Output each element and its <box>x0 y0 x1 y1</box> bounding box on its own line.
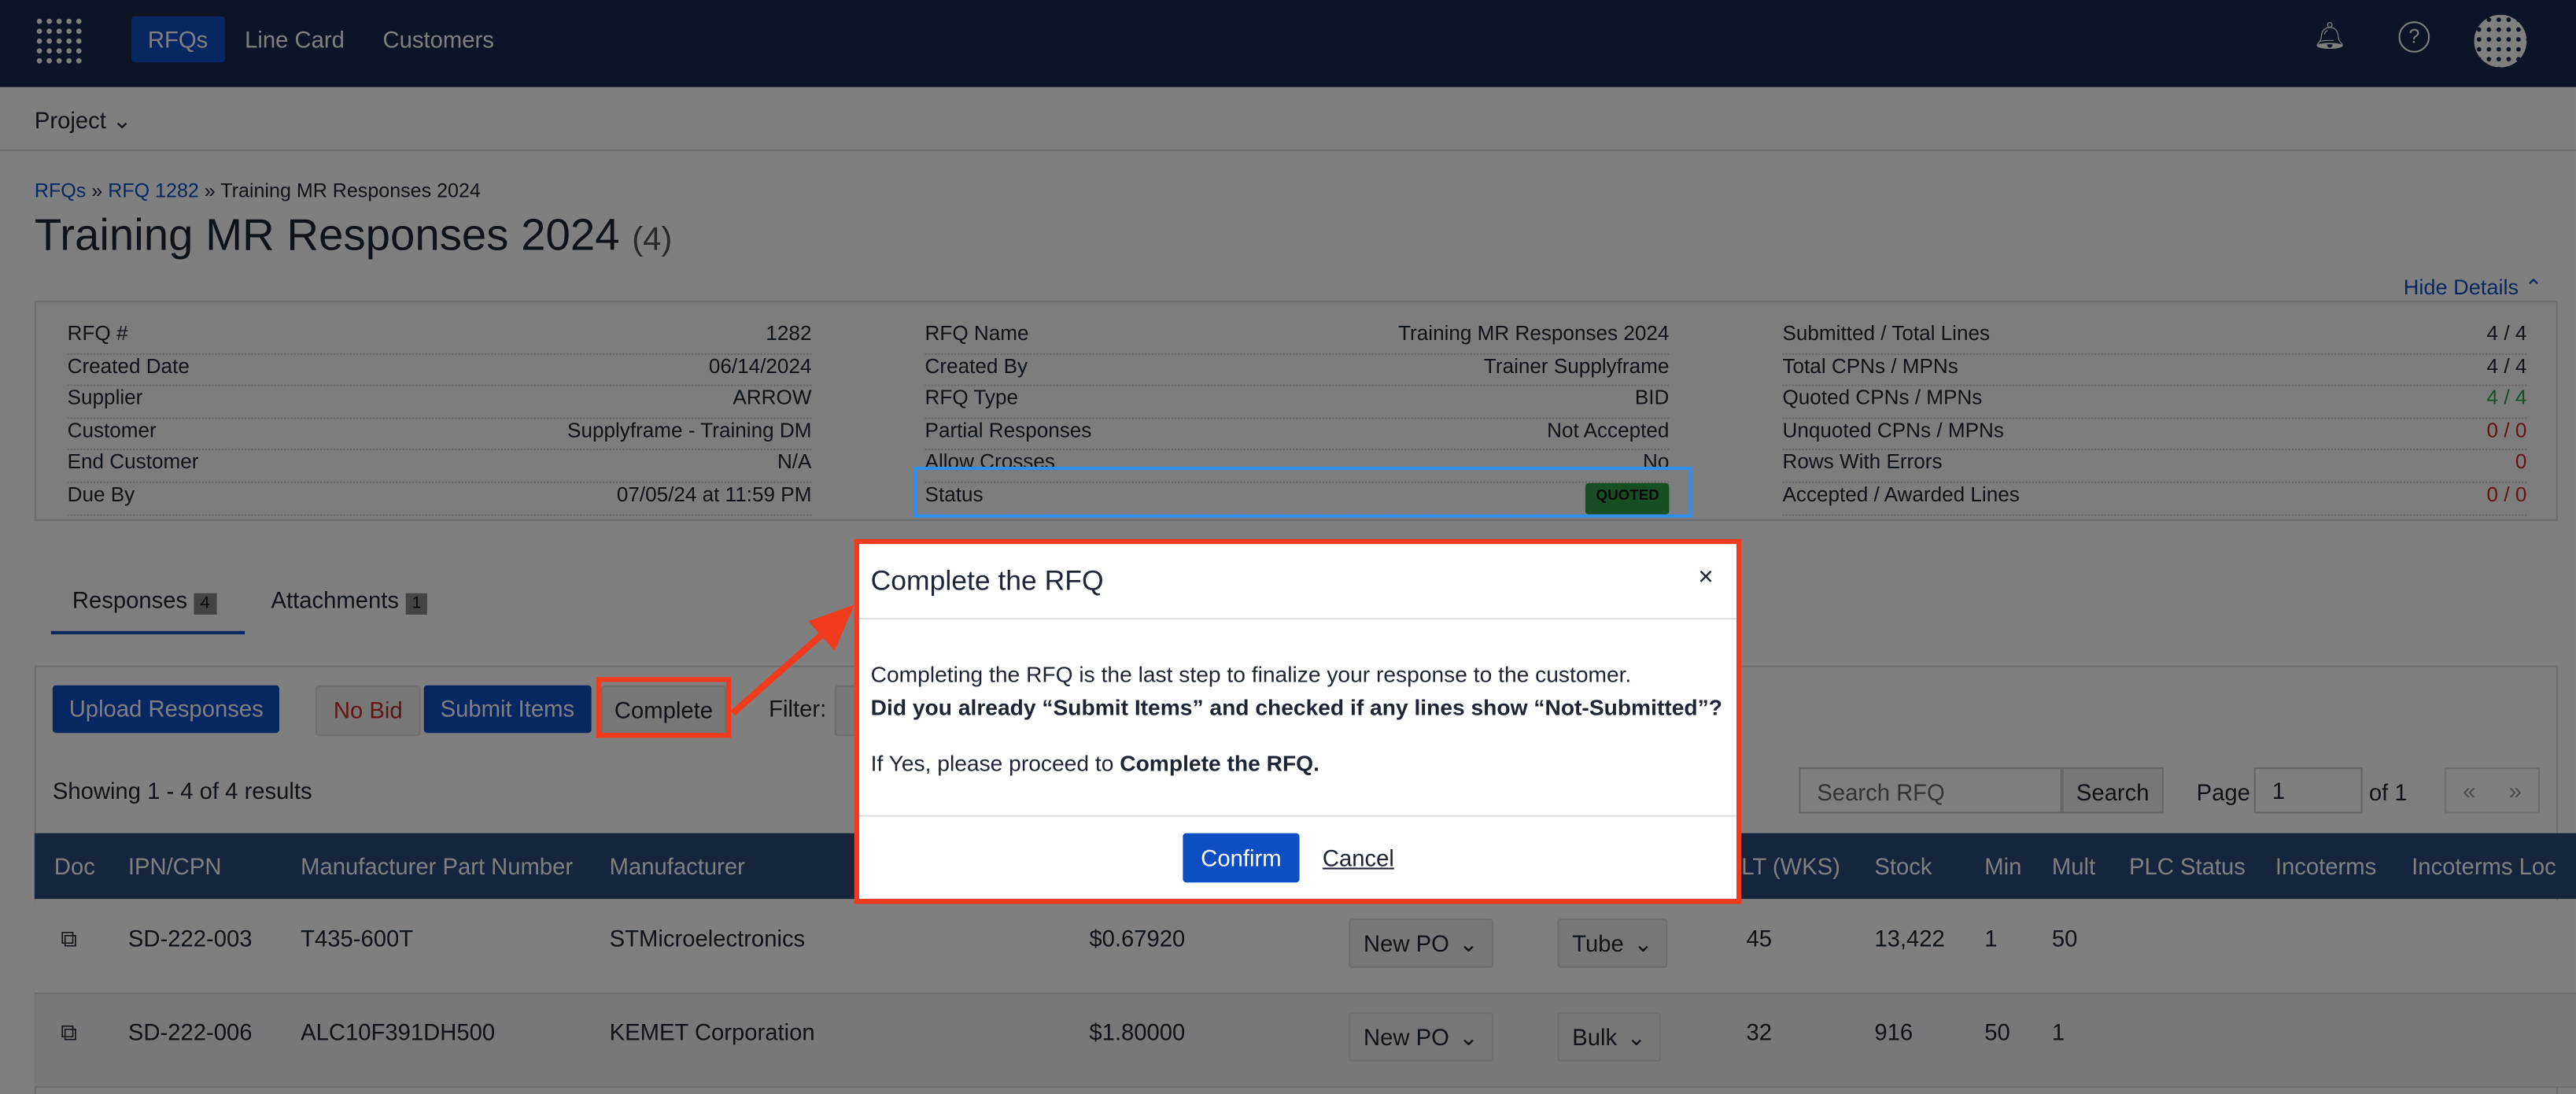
modal-text-2: Did you already “Submit Items” and check… <box>870 695 1722 720</box>
complete-highlight <box>596 677 732 738</box>
status-highlight <box>913 466 1692 518</box>
close-icon[interactable]: × <box>1698 564 1714 593</box>
complete-rfq-modal: Complete the RFQ × Completing the RFQ is… <box>854 538 1742 904</box>
annotation-arrow-icon <box>730 604 854 716</box>
modal-title: Complete the RFQ <box>870 565 1104 597</box>
modal-text-3: If Yes, please proceed to <box>870 751 1120 776</box>
cancel-button[interactable]: Cancel <box>1323 845 1394 870</box>
modal-text-1: Completing the RFQ is the last step to f… <box>870 662 1632 687</box>
modal-text-3-bold: Complete the RFQ. <box>1120 751 1319 776</box>
modal-body: Completing the RFQ is the last step to f… <box>871 659 1722 781</box>
confirm-button[interactable]: Confirm <box>1183 833 1300 883</box>
